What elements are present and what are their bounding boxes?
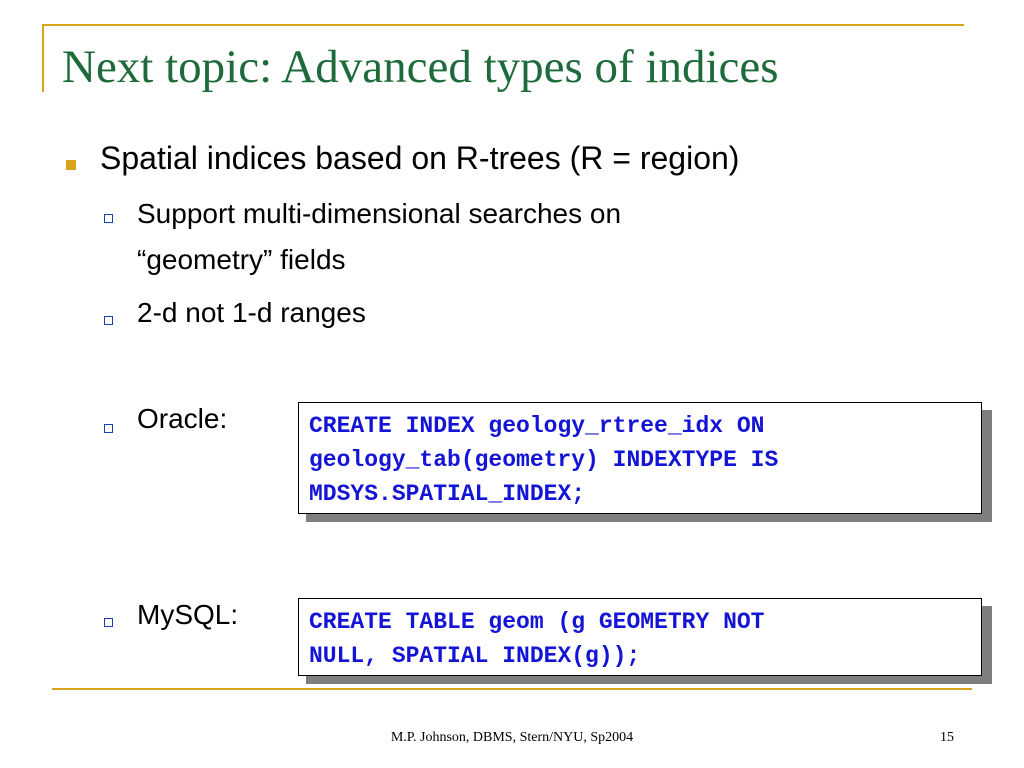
code-line: CREATE TABLE geom (g GEOMETRY NOT [309,609,765,635]
sub-bullet-text-2: 2-d not 1-d ranges [137,297,366,328]
slide-title: Next topic: Advanced types of indices [62,41,779,93]
hollow-square-bullet-icon [104,214,113,223]
oracle-code-box: CREATE INDEX geology_rtree_idx ON geology… [298,402,982,514]
sub-bullet-text-1a: Support multi-dimensional searches on [137,198,622,229]
footer-text: M.P. Johnson, DBMS, Stern/NYU, Sp2004 [390,730,634,745]
main-bullet-text: Spatial indices based on R-trees (R = re… [100,140,740,176]
hollow-square-bullet-icon [104,316,113,325]
frame-top-line [42,24,964,26]
code-line: MDSYS.SPATIAL_INDEX; [309,481,586,507]
square-bullet-icon [66,160,76,170]
mysql-code-box: CREATE TABLE geom (g GEOMETRY NOT NULL, S… [298,598,982,676]
slide: Next topic: Advanced types of indices Sp… [0,0,1024,768]
frame-left-line [42,24,44,92]
code-line: NULL, SPATIAL INDEX(g)); [309,643,641,669]
sub-bullet-text-1b: “geometry” fields [137,244,346,275]
hollow-square-bullet-icon [104,424,113,433]
sub-bullet-text-mysql: MySQL: [137,599,239,630]
hollow-square-bullet-icon [104,618,113,627]
page-number: 15 [940,730,954,745]
sub-bullet-text-oracle: Oracle: [137,403,228,434]
code-line: CREATE INDEX geology_rtree_idx ON [309,413,765,439]
code-line: geology_tab(geometry) INDEXTYPE IS [309,447,779,473]
frame-bottom-line [52,688,972,690]
